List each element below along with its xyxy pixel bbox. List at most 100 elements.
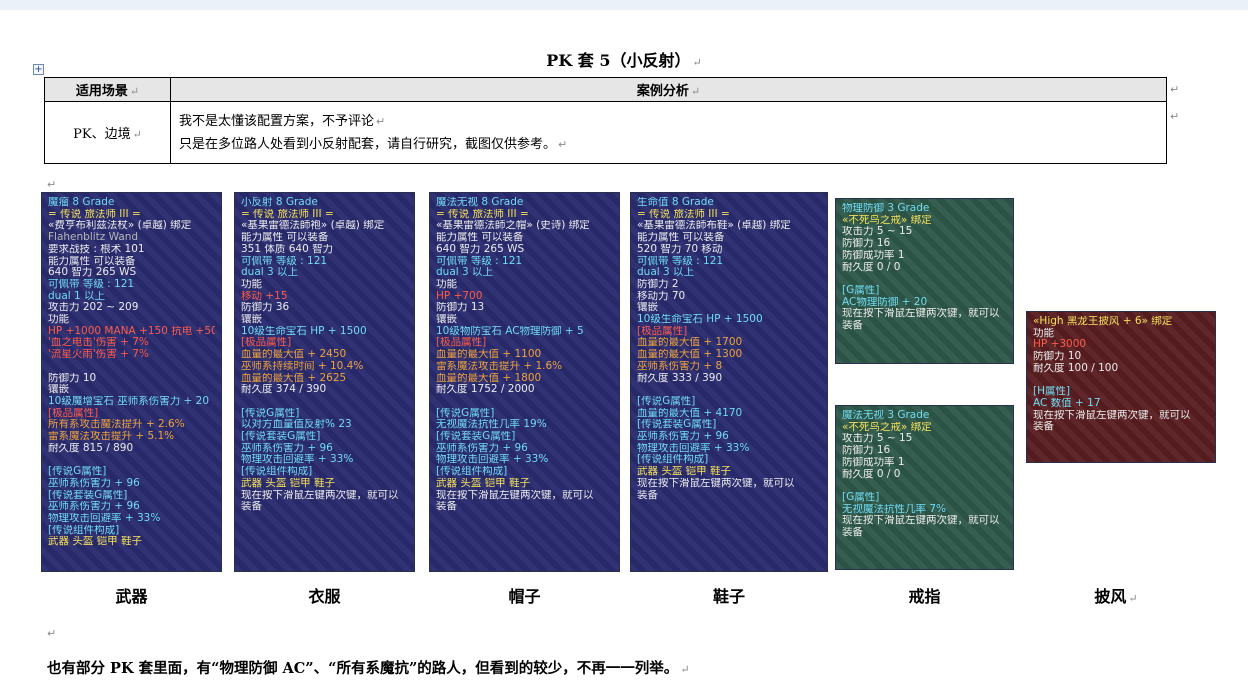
tooltip-line: 耐久度 1752 / 2000: [436, 384, 535, 396]
tooltip-line: 装备: [842, 527, 863, 539]
document-title: PK 套 5（小反射） ↵: [546, 51, 702, 70]
tooltip-line: 防御力 2: [637, 278, 679, 290]
caption-weapon: 武器: [115, 587, 148, 606]
tooltip-line: 巫师系持续时间 + 10.4%: [241, 360, 364, 372]
tooltip-line: 移动力 70: [637, 290, 686, 302]
tooltip-line: = 传说 旅法师 III =: [241, 208, 334, 220]
tooltip-line: 防御力 16: [842, 238, 891, 250]
tooltip-line: [传说套装G属性]: [436, 431, 516, 443]
tooltip-line: dual 3 以上: [241, 267, 299, 279]
tooltip-line: «费亨布利兹法杖» (卓越) 绑定: [48, 220, 192, 232]
tooltip-line: [传说组件构成]: [48, 524, 120, 536]
tooltip-line: [传说G属性]: [637, 395, 696, 407]
analysis-cell: 我不是太懂该配置方案，不予评论 ↵ 只是在多位路人处看到小反射配套，请自行研究，截…: [170, 101, 1167, 164]
paragraph-mark: ↵: [47, 627, 57, 640]
tooltip-line: [637, 384, 821, 396]
tooltip-line: 现在按下滑鼠左键两次键，就可以: [842, 515, 1000, 527]
tooltip-line: [241, 396, 408, 408]
tooltip-line: 520 智力 70 移动: [637, 243, 723, 255]
tooltip-line: 魔法无视 3 Grade: [842, 410, 930, 421]
caption-boots: 鞋子: [712, 587, 745, 606]
tooltip-line: [436, 396, 613, 408]
tooltip-line: 小反射 8 Grade: [241, 197, 318, 208]
tooltip-line: AC物理防御 + 20: [842, 296, 928, 308]
tooltip-line: 640 智力 265 WS: [48, 267, 137, 279]
tooltip-line: 防御力 16: [842, 445, 891, 457]
tooltip-line: 血量的最大值 + 2450: [241, 349, 347, 361]
tooltip-line: 装备: [637, 489, 658, 501]
tooltip-line: 可佩带 等级 : 121: [637, 255, 724, 267]
tooltip-line: 武器 头盔 铠甲 鞋子: [436, 477, 531, 489]
tooltip-line: 现在按下滑鼠左键两次键，就可以: [842, 308, 1000, 320]
tooltip-line: [1033, 375, 1209, 387]
tooltip-line: 现在按下滑鼠左键两次键，就可以: [637, 477, 795, 489]
tooltip-line: dual 3 以上: [637, 267, 695, 279]
table-row: PK、边境 ↵ 我不是太懂该配置方案，不予评论 ↵ 只是在多位路人处看到小反射配套，…: [44, 101, 1167, 164]
page-top-strip: [0, 0, 1248, 10]
tooltip-line: 能力属性 可以装备: [241, 232, 329, 244]
ring-tooltip-magic: 魔法无视 3 Grade «不死鸟之戒» 绑定 攻击力 5 ~ 15 防御力 16 防御…: [835, 405, 1014, 570]
tooltip-line: '流星火雨'伤害 + 7%: [48, 349, 149, 361]
tooltip-line: [842, 480, 1007, 492]
tooltip-line: HP +3000: [1033, 339, 1087, 351]
tooltip-line: 要求战技 : 根术 101: [48, 243, 145, 255]
tooltip-line: 10级魔增宝石 巫师系伤害力 + 20: [48, 395, 210, 407]
scenario-table: 适用场景 ↵ 案例分析 ↵ PK、边境 ↵ 我不是太懂该配置方案，不予评论 ↵ 只是在多…: [44, 77, 1167, 164]
tooltip-line: 耐久度 0 / 0: [842, 261, 901, 273]
tooltip-line: [极品属性]: [48, 407, 99, 419]
tooltip-line: 装备: [241, 501, 262, 513]
tooltip-line: 武器 头盔 铠甲 鞋子: [48, 536, 143, 548]
table-move-handle-icon[interactable]: +: [33, 64, 44, 75]
caption-ring: 戒指: [908, 587, 941, 606]
tooltip-line: = 传说 旅法师 III =: [637, 208, 730, 220]
tooltip-line: 装备: [436, 501, 457, 513]
tooltip-line: 耐久度 100 / 100: [1033, 362, 1119, 374]
tooltip-line: 装备: [842, 320, 863, 332]
tooltip-line: [极品属性]: [436, 337, 487, 349]
tooltip-line: 以对方血量值反射% 23: [241, 419, 352, 431]
tooltip-line: 可佩带 等级 : 121: [48, 278, 135, 290]
tooltip-line: [48, 361, 215, 373]
tooltip-line: 所有系攻击魔法提升 + 2.6%: [48, 419, 185, 431]
tooltip-line: 攻击力 5 ~ 15: [842, 226, 913, 238]
weapon-tooltip: 魔瘤 8 Grade = 传说 旅法师 III = «费亨布利兹法杖» (卓越) 绑…: [41, 192, 222, 572]
tooltip-line: 防御力 10: [48, 372, 97, 384]
tooltip-line: AC 数值 + 17: [1033, 397, 1101, 409]
tooltip-line: 物理攻击回避率 + 33%: [436, 454, 549, 466]
caption-cloak: 披风 ↵: [1094, 587, 1138, 606]
tooltip-line: 血量的最大值 + 2625: [241, 372, 347, 384]
tooltip-line: 10级生命宝石 HP + 1500: [241, 325, 367, 337]
tooltip-line: = 传说 旅法师 III =: [436, 208, 529, 220]
tooltip-line: 血量的最大值 + 1100: [436, 349, 542, 361]
tooltip-line: 镶嵌: [637, 302, 658, 314]
tooltip-line: 巫师系伤害力 + 96: [637, 431, 729, 443]
tooltip-line: [传说G属性]: [241, 407, 300, 419]
tooltip-line: HP +1000 MANA +150 抗电 +50: [48, 325, 215, 337]
helmet-tooltip: 魔法无视 8 Grade = 传说 旅法师 III = «基果雷德法師之帽» (史诗…: [429, 192, 620, 572]
tooltip-line: 雷系魔法攻击提升 + 1.6%: [436, 360, 563, 372]
tooltip-line: 防御力 10: [1033, 351, 1082, 363]
tooltip-line: 血量的最大值 + 1300: [637, 349, 743, 361]
tooltip-line: 可佩带 等级 : 121: [436, 255, 523, 267]
scene-cell: PK、边境 ↵: [44, 101, 171, 164]
caption-helmet: 帽子: [508, 587, 541, 606]
tooltip-line: '血之电击'伤害 + 7%: [48, 337, 149, 349]
tooltip-line: 能力属性 可以装备: [637, 232, 725, 244]
tooltip-line: 魔瘤 8 Grade: [48, 197, 115, 208]
tooltip-line: 无视魔法抗性几率 19%: [436, 419, 547, 431]
tooltip-line: 攻击力 202 ~ 209: [48, 302, 139, 314]
tooltip-line: 10级物防宝石 AC物理防御 + 5: [436, 325, 584, 337]
table-header-row: 适用场景 ↵ 案例分析 ↵: [44, 77, 1167, 102]
tooltip-line: 防御成功率 1: [842, 456, 905, 468]
tooltip-line: dual 1 以上: [48, 290, 106, 302]
tooltip-line: 物理攻击回避率 + 33%: [637, 442, 750, 454]
tooltip-line: [842, 273, 1007, 285]
tooltip-line: 镶嵌: [48, 384, 69, 396]
row-end-mark: ↵: [1170, 83, 1180, 96]
tooltip-line: 防御成功率 1: [842, 249, 905, 261]
tooltip-line: 功能: [241, 278, 262, 290]
tooltip-line: 可佩带 等级 : 121: [241, 255, 328, 267]
tooltip-line: [传说套装G属性]: [48, 489, 128, 501]
tooltip-line: 防御力 36: [241, 302, 290, 314]
tooltip-line: 10级生命宝石 HP + 1500: [637, 314, 763, 326]
